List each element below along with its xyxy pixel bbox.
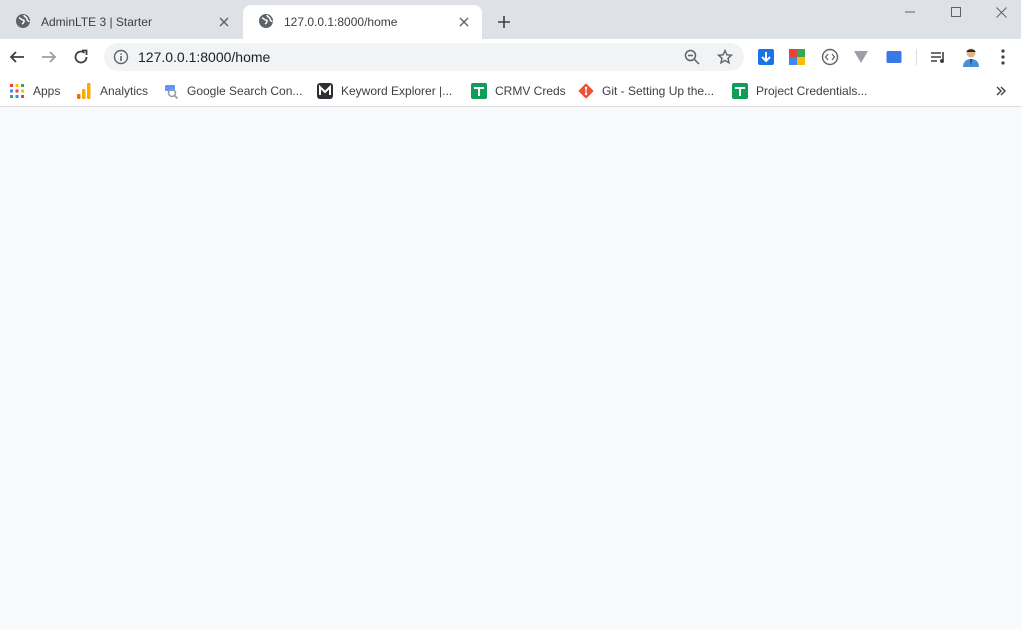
bookmark-project-credentials[interactable]: Project Credentials... [732,81,867,101]
code-extension-icon[interactable] [820,47,840,67]
bookmark-apps[interactable]: Apps [9,81,60,101]
bookmark-git-setting-up[interactable]: Git - Setting Up the... [578,81,714,101]
tab-strip: AdminLTE 3 | Starter 127.0.0.1:8000/home [0,0,1021,39]
browser-menu-icon[interactable] [993,47,1013,67]
maximize-button[interactable] [933,0,979,24]
reload-button[interactable] [69,45,93,69]
toolbar-divider [916,49,917,65]
bookmark-crmv-creds[interactable]: CRMV Creds [471,81,566,101]
new-tab-button[interactable] [494,12,514,32]
reload-icon [74,49,88,64]
google-extension-icon[interactable] [787,47,807,67]
tab-adminlte-starter[interactable]: AdminLTE 3 | Starter [0,5,242,39]
minimize-button[interactable] [887,0,933,24]
forward-button[interactable] [37,45,61,69]
plus-icon [498,16,510,28]
media-controls-icon[interactable] [928,47,948,67]
vue-devtools-icon[interactable] [851,47,871,67]
globe-icon [258,13,274,32]
close-tab-icon[interactable] [456,14,472,30]
bookmark-label: Git - Setting Up the... [602,84,715,98]
chevron-double-right-icon [996,86,1006,96]
back-button[interactable] [5,45,29,69]
window-close-button[interactable] [978,0,1021,24]
star-icon[interactable] [716,48,734,70]
keyword-explorer-icon [317,83,333,99]
sheets-icon [471,83,487,99]
address-bar[interactable]: 127.0.0.1:8000/home [104,43,744,71]
bookmark-label: Project Credentials... [756,84,868,98]
tab-title: AdminLTE 3 | Starter [41,15,152,29]
bookmark-label: CRMV Creds [495,84,566,98]
maximize-icon [951,7,961,17]
close-tab-icon[interactable] [216,14,232,30]
apps-grid-icon [9,83,25,99]
bookmark-analytics[interactable]: Analytics [76,81,148,101]
page-content [0,107,1021,629]
close-icon [995,6,1007,18]
sheets-icon [732,83,748,99]
url-text[interactable]: 127.0.0.1:8000/home [138,49,270,65]
browser-toolbar: 127.0.0.1:8000/home [0,39,1021,75]
bookmark-label: Keyword Explorer |... [341,84,453,98]
zoom-icon[interactable] [684,49,700,70]
globe-icon [15,13,31,32]
git-icon [578,83,594,99]
search-console-icon [163,83,179,99]
bookmark-google-search-console[interactable]: Google Search Con... [163,81,302,101]
folder-extension-icon[interactable] [884,47,904,67]
tab-home[interactable]: 127.0.0.1:8000/home [243,5,482,39]
bookmarks-bar: Apps Analytics Google Search Con... Keyw… [0,75,1021,107]
bookmark-label: Google Search Con... [187,84,303,98]
arrow-right-icon [42,51,57,63]
minimize-icon [905,11,915,13]
avatar[interactable] [960,46,982,68]
bookmark-label: Analytics [100,84,149,98]
download-extension-icon[interactable] [756,47,776,67]
tab-title: 127.0.0.1:8000/home [284,15,398,29]
info-icon[interactable] [113,49,129,70]
bookmarks-overflow-button[interactable] [995,81,1007,101]
bookmark-label: Apps [33,84,61,98]
analytics-icon [76,83,92,99]
bookmark-keyword-explorer[interactable]: Keyword Explorer |... [317,81,452,101]
arrow-left-icon [9,51,24,63]
